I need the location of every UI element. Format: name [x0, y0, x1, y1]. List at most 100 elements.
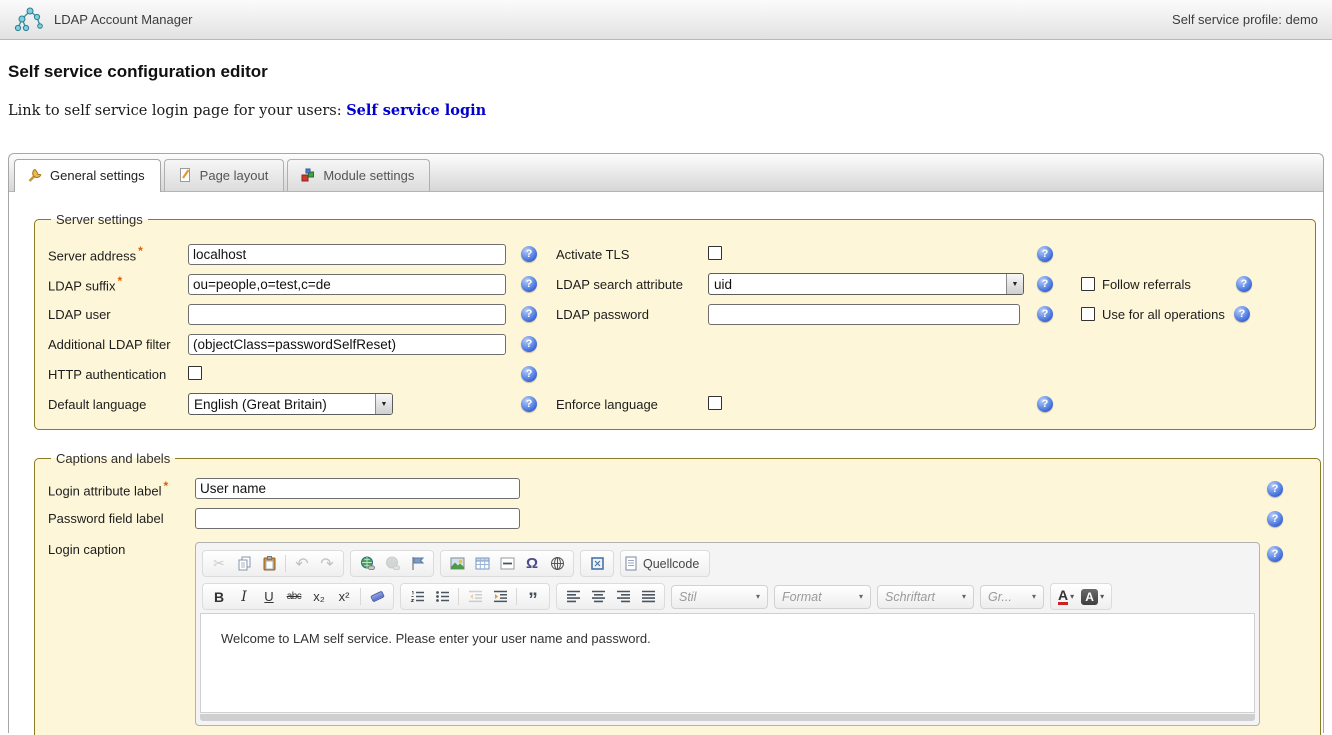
additional-ldap-filter-label: Additional LDAP filter	[48, 337, 188, 352]
tab-module-settings[interactable]: Module settings	[287, 159, 430, 191]
tab-strip: General settings Page layout Module sett…	[9, 154, 1323, 192]
login-attribute-input[interactable]	[195, 478, 520, 499]
activate-tls-checkbox[interactable]	[708, 246, 722, 260]
indent-icon[interactable]	[488, 586, 512, 608]
help-icon[interactable]: ?	[1267, 546, 1283, 562]
enforce-language-checkbox[interactable]	[708, 396, 722, 410]
self-service-login-link[interactable]: Self service login	[346, 102, 486, 119]
help-icon[interactable]: ?	[1236, 276, 1252, 292]
follow-referrals-checkbox[interactable]	[1081, 277, 1095, 291]
help-icon[interactable]: ?	[521, 276, 537, 292]
ldap-user-label: LDAP user	[48, 307, 188, 322]
paste-icon[interactable]	[257, 553, 281, 575]
outdent-icon	[463, 586, 487, 608]
help-icon[interactable]: ?	[521, 246, 537, 262]
horizontal-rule-icon[interactable]	[495, 553, 519, 575]
ldap-search-attribute-label: LDAP search attribute	[556, 277, 708, 292]
align-justify-icon[interactable]	[636, 586, 660, 608]
redo-icon: ↷	[315, 553, 339, 575]
format-dropdown[interactable]: Format▾	[774, 585, 871, 609]
source-button[interactable]: Quellcode	[620, 550, 710, 577]
header-bar: LDAP Account Manager Self service profil…	[0, 0, 1332, 40]
enforce-language-label: Enforce language	[556, 397, 708, 412]
chevron-down-icon: ▾	[746, 592, 760, 601]
dropdown-label: Stil	[679, 590, 696, 604]
default-language-label: Default language	[48, 397, 188, 412]
help-icon[interactable]: ?	[1037, 306, 1053, 322]
align-center-icon[interactable]	[586, 586, 610, 608]
numbered-list-icon[interactable]	[405, 586, 429, 608]
cut-icon: ✂	[207, 553, 231, 575]
help-icon[interactable]: ?	[1037, 246, 1053, 262]
tab-content: Server settings Server address* ? Activa…	[9, 192, 1323, 735]
help-icon[interactable]: ?	[1037, 396, 1053, 412]
ldap-password-label: LDAP password	[556, 307, 708, 322]
underline-icon[interactable]: U	[257, 586, 281, 608]
ldap-suffix-input[interactable]	[188, 274, 506, 295]
blockquote-icon[interactable]: ”	[521, 586, 545, 608]
login-link-prefix: Link to self service login page for your…	[8, 103, 346, 119]
ldap-user-input[interactable]	[188, 304, 506, 325]
http-authentication-label: HTTP authentication	[48, 367, 188, 382]
http-authentication-checkbox[interactable]	[188, 366, 202, 380]
bulleted-list-icon[interactable]	[430, 586, 454, 608]
login-caption-editor: ✂ ↶ ↷	[195, 542, 1260, 726]
subscript-icon[interactable]: x₂	[307, 586, 331, 608]
source-button-label: Quellcode	[639, 557, 705, 571]
tab-general-settings[interactable]: General settings	[14, 159, 161, 192]
select-value: uid	[714, 277, 732, 292]
settings-container: General settings Page layout Module sett…	[8, 153, 1324, 733]
help-icon[interactable]: ?	[521, 396, 537, 412]
help-icon[interactable]: ?	[1234, 306, 1250, 322]
bold-icon[interactable]: B	[207, 586, 231, 608]
help-icon[interactable]: ?	[521, 336, 537, 352]
select-value: English (Great Britain)	[194, 397, 327, 412]
editor-toolbar-row2: B I U abc x₂ x²	[200, 580, 1255, 613]
select-arrow-icon: ▼	[1006, 274, 1023, 294]
use-all-operations-checkbox[interactable]	[1081, 307, 1095, 321]
link-icon[interactable]	[355, 553, 379, 575]
page-layout-icon	[177, 167, 193, 183]
server-settings-fieldset: Server settings Server address* ? Activa…	[34, 212, 1316, 430]
help-icon[interactable]: ?	[521, 306, 537, 322]
follow-referrals-label: Follow referrals	[1102, 277, 1191, 292]
server-address-input[interactable]	[188, 244, 506, 265]
wrench-icon	[27, 167, 43, 183]
align-left-icon[interactable]	[561, 586, 585, 608]
font-size-dropdown[interactable]: Gr...▾	[980, 585, 1044, 609]
anchor-flag-icon[interactable]	[405, 553, 429, 575]
lam-logo-icon	[14, 5, 44, 35]
ldap-search-attribute-select[interactable]: uid ▼	[708, 273, 1024, 295]
remove-format-icon[interactable]	[365, 586, 389, 608]
help-icon[interactable]: ?	[1267, 481, 1283, 497]
copy-icon[interactable]	[232, 553, 256, 575]
default-language-select[interactable]: English (Great Britain) ▼	[188, 393, 393, 415]
source-icon	[625, 556, 638, 571]
image-icon[interactable]	[445, 553, 469, 575]
page-title: Self service configuration editor	[8, 62, 1324, 82]
additional-ldap-filter-input[interactable]	[188, 334, 506, 355]
styles-dropdown[interactable]: Stil ▾	[671, 585, 768, 609]
maximize-icon[interactable]	[585, 553, 609, 575]
help-icon[interactable]: ?	[521, 366, 537, 382]
superscript-icon[interactable]: x²	[332, 586, 356, 608]
chevron-down-icon: ▾	[1100, 592, 1104, 601]
italic-icon[interactable]: I	[232, 586, 256, 608]
password-field-input[interactable]	[195, 508, 520, 529]
chevron-down-icon: ▾	[849, 592, 863, 601]
table-icon[interactable]	[470, 553, 494, 575]
font-dropdown[interactable]: Schriftart▾	[877, 585, 974, 609]
strikethrough-icon[interactable]: abc	[282, 586, 306, 608]
help-icon[interactable]: ?	[1037, 276, 1053, 292]
background-color-button[interactable]: A▾	[1078, 589, 1107, 605]
editor-content[interactable]: Welcome to LAM self service. Please ente…	[200, 613, 1255, 713]
special-char-icon[interactable]: Ω	[520, 553, 544, 575]
iframe-globe-icon[interactable]	[545, 553, 569, 575]
tab-page-layout[interactable]: Page layout	[164, 159, 285, 191]
ldap-password-input[interactable]	[708, 304, 1020, 325]
help-icon[interactable]: ?	[1267, 511, 1283, 527]
text-color-button[interactable]: A▾	[1055, 589, 1077, 605]
align-right-icon[interactable]	[611, 586, 635, 608]
required-marker: *	[138, 244, 143, 258]
use-all-operations-label: Use for all operations	[1102, 307, 1225, 322]
